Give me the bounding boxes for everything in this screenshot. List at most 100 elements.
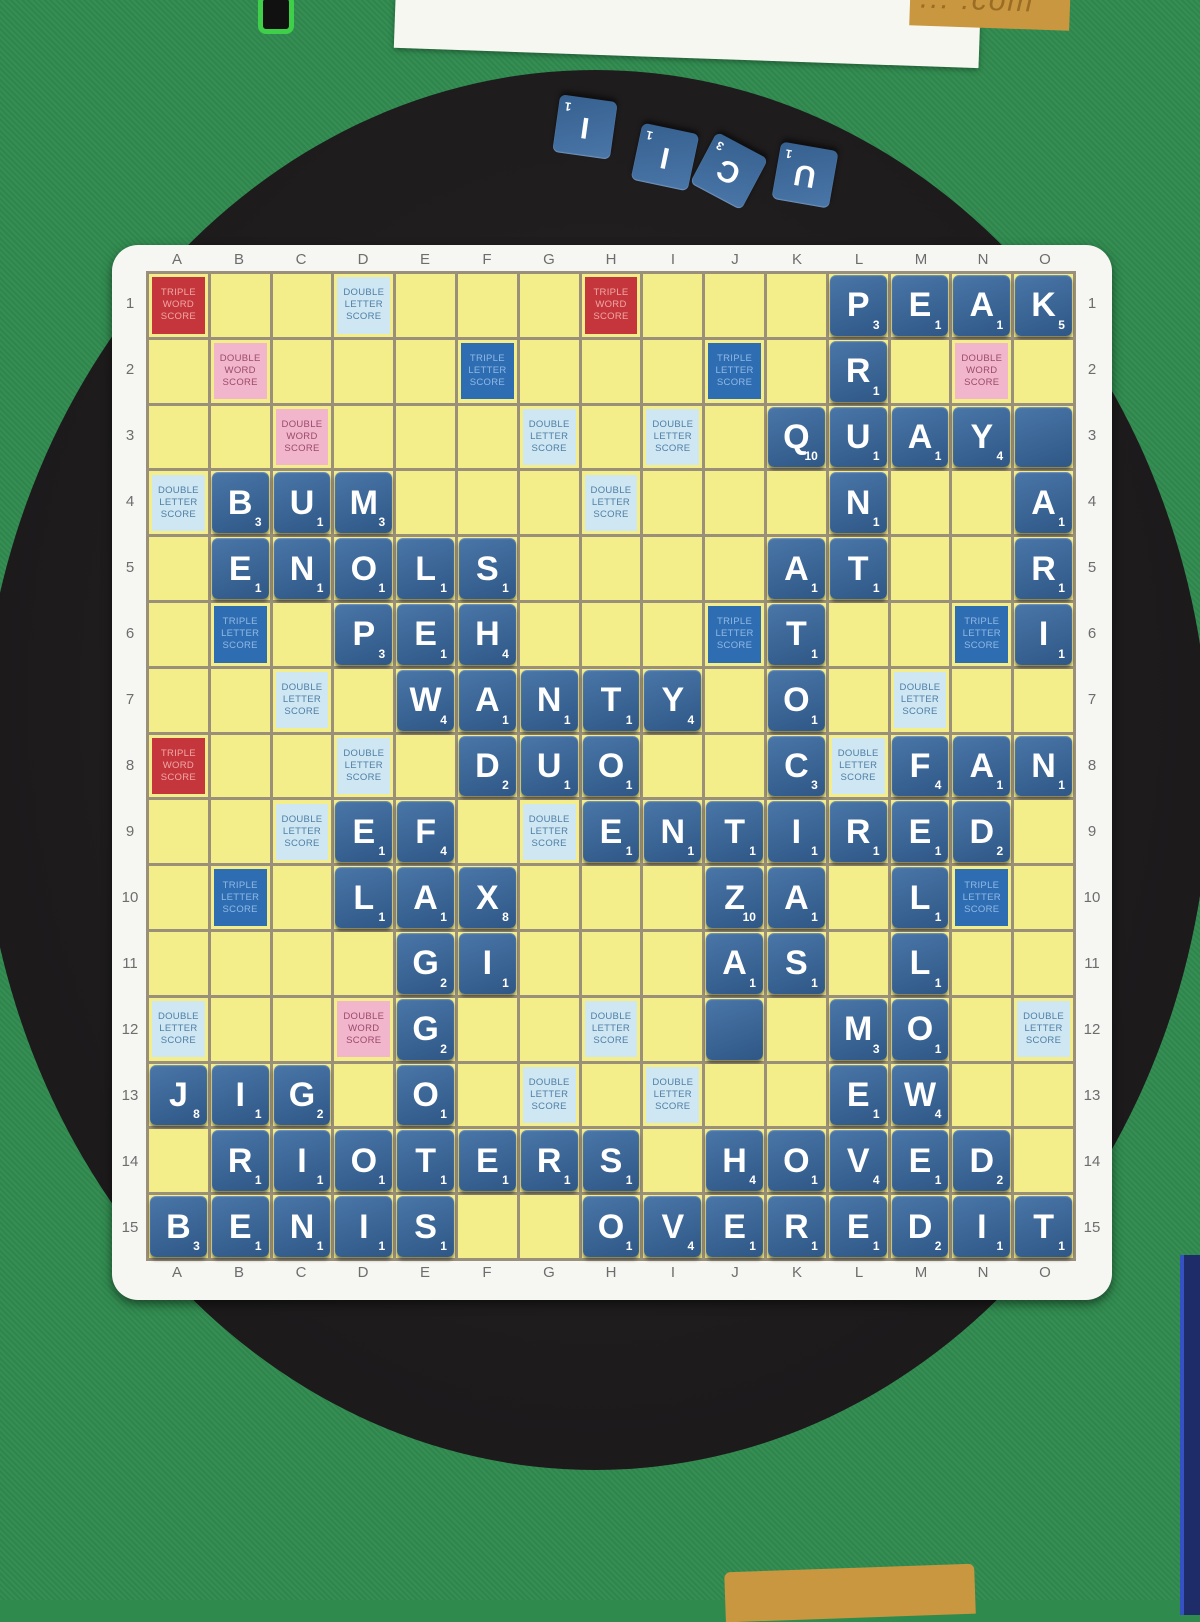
board-square[interactable]: R1 bbox=[828, 339, 888, 403]
board-square[interactable] bbox=[705, 997, 764, 1061]
placed-tile[interactable]: L1 bbox=[335, 867, 393, 928]
placed-tile[interactable]: M3 bbox=[335, 472, 393, 534]
placed-tile[interactable]: S1 bbox=[397, 1196, 454, 1257]
placed-tile[interactable]: A1 bbox=[706, 932, 763, 994]
board-square[interactable] bbox=[643, 866, 703, 929]
board-square[interactable] bbox=[705, 1063, 764, 1127]
board-square[interactable] bbox=[581, 602, 641, 666]
placed-tile[interactable]: T1 bbox=[706, 801, 763, 863]
placed-tile[interactable]: D2 bbox=[953, 1130, 1011, 1192]
placed-tile[interactable]: R1 bbox=[211, 1130, 269, 1192]
board-square[interactable] bbox=[890, 339, 950, 403]
placed-tile[interactable]: S1 bbox=[458, 538, 516, 599]
board-square[interactable] bbox=[1014, 1129, 1073, 1193]
rack-tile[interactable]: I1 bbox=[552, 94, 618, 160]
board-square[interactable]: C3 bbox=[766, 734, 826, 798]
board-square[interactable]: DOUBLE LETTER SCORE bbox=[272, 668, 332, 732]
placed-tile[interactable]: A1 bbox=[953, 275, 1011, 336]
board-square[interactable]: A1 bbox=[457, 668, 517, 732]
board-square[interactable] bbox=[272, 602, 332, 666]
placed-tile[interactable]: A1 bbox=[1015, 472, 1072, 534]
board-square[interactable] bbox=[643, 602, 703, 666]
board-square[interactable] bbox=[272, 274, 332, 337]
board-square[interactable]: L1 bbox=[334, 866, 394, 929]
board-square[interactable]: DOUBLE LETTER SCORE bbox=[149, 997, 208, 1061]
board-square[interactable]: E1 bbox=[890, 800, 950, 864]
board-square[interactable]: TRIPLE WORD SCORE bbox=[149, 734, 208, 798]
board-square[interactable]: N1 bbox=[272, 1195, 332, 1258]
board-square[interactable] bbox=[519, 931, 579, 995]
placed-tile[interactable]: R1 bbox=[829, 801, 887, 863]
board-square[interactable]: S1 bbox=[581, 1129, 641, 1193]
board-square[interactable] bbox=[766, 997, 826, 1061]
board-square[interactable] bbox=[1014, 405, 1073, 469]
board-square[interactable]: M3 bbox=[334, 471, 394, 535]
placed-tile[interactable]: E1 bbox=[706, 1196, 763, 1257]
board-square[interactable]: DOUBLE LETTER SCORE bbox=[519, 405, 579, 469]
placed-tile[interactable]: T1 bbox=[767, 603, 825, 665]
board-square[interactable]: D2 bbox=[952, 800, 1012, 864]
placed-tile[interactable]: G2 bbox=[397, 998, 454, 1060]
board-square[interactable] bbox=[766, 274, 826, 337]
placed-tile[interactable]: W4 bbox=[891, 1064, 949, 1126]
placed-tile[interactable]: P3 bbox=[335, 603, 393, 665]
board-square[interactable] bbox=[457, 997, 517, 1061]
board-square[interactable]: TRIPLE WORD SCORE bbox=[149, 274, 208, 337]
board-square[interactable]: TRIPLE WORD SCORE bbox=[581, 274, 641, 337]
placed-tile[interactable]: A1 bbox=[767, 867, 825, 928]
board-square[interactable] bbox=[519, 471, 579, 535]
placed-tile[interactable]: Y4 bbox=[953, 406, 1011, 468]
placed-tile[interactable]: A1 bbox=[953, 735, 1011, 797]
board-square[interactable]: B3 bbox=[149, 1195, 208, 1258]
board-square[interactable] bbox=[210, 405, 270, 469]
board-square[interactable]: E1 bbox=[828, 1063, 888, 1127]
board-square[interactable]: DOUBLE LETTER SCORE bbox=[1014, 997, 1073, 1061]
placed-tile[interactable]: B3 bbox=[150, 1196, 207, 1257]
board-square[interactable]: E1 bbox=[581, 800, 641, 864]
board-square[interactable] bbox=[643, 471, 703, 535]
placed-tile[interactable]: R1 bbox=[829, 340, 887, 402]
board-square[interactable]: U1 bbox=[519, 734, 579, 798]
placed-tile[interactable]: Y4 bbox=[644, 669, 702, 731]
board-square[interactable] bbox=[766, 471, 826, 535]
placed-tile[interactable]: R1 bbox=[520, 1130, 578, 1192]
board-square[interactable]: Y4 bbox=[952, 405, 1012, 469]
placed-tile[interactable]: L1 bbox=[891, 932, 949, 994]
board-square[interactable] bbox=[519, 866, 579, 929]
board-square[interactable] bbox=[210, 997, 270, 1061]
board-square[interactable]: P3 bbox=[828, 274, 888, 337]
board-square[interactable]: E1 bbox=[334, 800, 394, 864]
board-square[interactable]: E1 bbox=[210, 1195, 270, 1258]
board-square[interactable]: A1 bbox=[396, 866, 455, 929]
placed-tile[interactable]: R1 bbox=[767, 1196, 825, 1257]
placed-tile[interactable]: A1 bbox=[767, 538, 825, 599]
board-square[interactable] bbox=[149, 668, 208, 732]
placed-tile[interactable]: F4 bbox=[891, 735, 949, 797]
board-square[interactable]: D2 bbox=[952, 1129, 1012, 1193]
board-square[interactable]: TRIPLE LETTER SCORE bbox=[457, 339, 517, 403]
placed-tile[interactable]: F4 bbox=[397, 801, 454, 863]
placed-tile[interactable]: I1 bbox=[953, 1196, 1011, 1257]
board-square[interactable]: DOUBLE LETTER SCORE bbox=[828, 734, 888, 798]
board-square[interactable] bbox=[457, 1195, 517, 1258]
board-square[interactable] bbox=[272, 997, 332, 1061]
placed-tile[interactable]: O1 bbox=[397, 1064, 454, 1126]
placed-tile[interactable]: N1 bbox=[273, 538, 331, 599]
board-square[interactable]: R1 bbox=[828, 800, 888, 864]
board-square[interactable]: W4 bbox=[396, 668, 455, 732]
board-square[interactable]: W4 bbox=[890, 1063, 950, 1127]
board-square[interactable]: TRIPLE LETTER SCORE bbox=[952, 602, 1012, 666]
placed-tile[interactable]: E1 bbox=[582, 801, 640, 863]
placed-tile[interactable]: R1 bbox=[1015, 538, 1072, 599]
board-square[interactable] bbox=[581, 339, 641, 403]
board-square[interactable]: DOUBLE LETTER SCORE bbox=[334, 274, 394, 337]
board-square[interactable]: R1 bbox=[1014, 537, 1073, 600]
board-square[interactable]: A1 bbox=[1014, 471, 1073, 535]
placed-tile[interactable]: E1 bbox=[335, 801, 393, 863]
board-square[interactable]: E1 bbox=[396, 602, 455, 666]
board-square[interactable] bbox=[952, 997, 1012, 1061]
board-square[interactable] bbox=[643, 339, 703, 403]
board-square[interactable] bbox=[334, 931, 394, 995]
board-square[interactable] bbox=[705, 537, 764, 600]
board-square[interactable]: G2 bbox=[396, 931, 455, 995]
